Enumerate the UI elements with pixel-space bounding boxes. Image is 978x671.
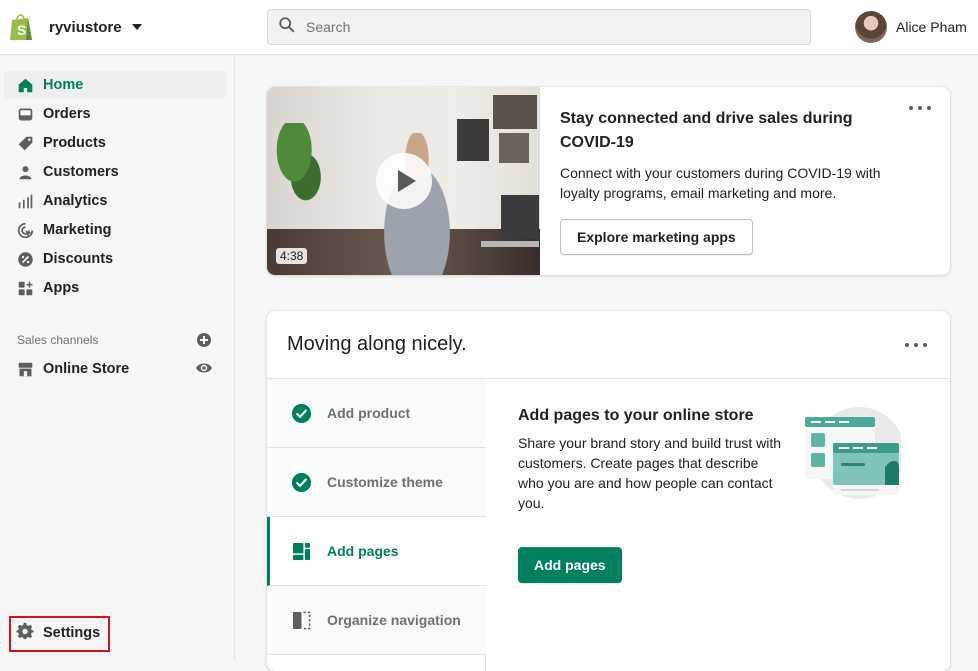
step-detail-title: Add pages to your online store — [518, 407, 754, 424]
covid-card-text: Connect with your customers during COVID… — [560, 165, 881, 201]
sidebar-item-label: Online Store — [43, 361, 130, 377]
sidebar-item-label: Customers — [43, 164, 119, 180]
navigation-icon — [290, 609, 312, 631]
dot-icon — [927, 106, 931, 110]
sidebar-item-home[interactable]: Home — [4, 71, 226, 99]
user-name: Alice Pham — [896, 19, 967, 35]
top-bar: S ryviustore Alice Pham — [0, 0, 978, 55]
step-customize-theme[interactable]: Customize theme — [267, 448, 486, 517]
page-scroll-gutter — [958, 56, 978, 660]
setup-steps: Add product Customize theme Add pages Or… — [267, 379, 487, 671]
sidebar-item-analytics[interactable]: Analytics — [4, 187, 226, 215]
sidebar-item-label: Orders — [43, 106, 91, 122]
dot-icon — [905, 343, 909, 347]
avatar — [855, 11, 887, 43]
svg-text:S: S — [17, 22, 26, 38]
sidebar-item-products[interactable]: Products — [4, 129, 226, 157]
check-circle-icon — [290, 471, 312, 493]
covid-promo-card: 4:38 Stay connected and drive sales duri… — [267, 87, 950, 275]
step-add-product[interactable]: Add product — [267, 379, 486, 448]
dot-icon — [909, 106, 913, 110]
search-icon — [278, 16, 296, 39]
sidebar-item-online-store[interactable]: Online Store — [4, 355, 226, 383]
sidebar-item-label: Home — [43, 77, 84, 93]
sidebar-item-orders[interactable]: Orders — [4, 100, 226, 128]
sidebar-item-discounts[interactable]: Discounts — [4, 245, 226, 273]
step-add-pages[interactable]: Add pages — [267, 517, 487, 586]
sidebar-item-apps[interactable]: Apps — [4, 274, 226, 302]
step-detail-text: Share your brand story and build trust w… — [518, 435, 782, 511]
pages-icon — [290, 540, 312, 562]
store-name: ryviustore — [49, 18, 122, 36]
check-circle-icon — [290, 402, 312, 424]
dot-icon — [923, 343, 927, 347]
video-scene-frames — [457, 93, 537, 173]
sales-channels-label: Sales channels — [17, 333, 99, 347]
play-button[interactable] — [376, 153, 432, 209]
step-organize-navigation[interactable]: Organize navigation — [267, 586, 486, 655]
explore-marketing-apps-button[interactable]: Explore marketing apps — [560, 219, 753, 255]
shopify-logo-icon: S — [8, 12, 34, 42]
dot-icon — [914, 343, 918, 347]
sidebar-item-customers[interactable]: Customers — [4, 158, 226, 186]
play-icon — [397, 170, 416, 192]
setup-card-title: Moving along nicely. — [287, 333, 467, 355]
video-duration: 4:38 — [276, 248, 308, 264]
sidebar-item-label: Discounts — [43, 251, 114, 267]
sidebar-item-label: Products — [43, 135, 106, 151]
discount-icon — [16, 250, 34, 268]
sidebar-item-label: Apps — [43, 280, 80, 296]
covid-card-body: Stay connected and drive sales during CO… — [560, 107, 910, 255]
sidebar: Home Orders Products Customers Analytics… — [0, 56, 235, 660]
video-thumbnail[interactable]: 4:38 — [267, 87, 540, 275]
sidebar-item-label: Marketing — [43, 222, 112, 238]
caret-down-icon — [131, 24, 142, 30]
video-scene-plant — [271, 123, 329, 213]
add-sales-channel-icon[interactable] — [196, 332, 212, 348]
apps-icon — [16, 279, 34, 297]
person-icon — [16, 163, 34, 181]
user-menu[interactable]: Alice Pham — [855, 10, 967, 44]
sidebar-item-marketing[interactable]: Marketing — [4, 216, 226, 244]
step-label: Customize theme — [327, 474, 443, 490]
step-label: Organize navigation — [327, 612, 461, 628]
more-actions-button[interactable] — [909, 102, 931, 114]
gear-icon — [16, 622, 34, 645]
setup-more-actions-button[interactable] — [905, 339, 927, 351]
search-bar[interactable] — [267, 9, 811, 45]
bar-chart-icon — [16, 192, 34, 210]
search-input[interactable] — [306, 19, 786, 35]
add-pages-button[interactable]: Add pages — [518, 547, 622, 583]
target-icon — [16, 221, 34, 239]
store-switcher[interactable]: S ryviustore — [8, 10, 142, 44]
step-detail: Add pages to your online store Share you… — [518, 405, 788, 513]
step-label: Add pages — [327, 543, 399, 559]
inbox-icon — [16, 105, 34, 123]
covid-card-title: Stay connected and drive sales during CO… — [560, 110, 853, 151]
step-label: Add product — [327, 405, 411, 421]
store-icon — [16, 360, 34, 378]
sidebar-item-label: Analytics — [43, 193, 108, 209]
tag-icon — [16, 134, 34, 152]
video-scene-laptop — [481, 195, 539, 253]
eye-icon[interactable] — [195, 361, 213, 375]
pages-illustration-icon — [801, 407, 905, 499]
dot-icon — [918, 106, 922, 110]
setup-guide-card: Moving along nicely. Add product Customi… — [267, 311, 950, 671]
home-icon — [16, 76, 34, 94]
settings-label: Settings — [43, 625, 101, 641]
sidebar-item-settings[interactable]: Settings — [12, 619, 106, 647]
